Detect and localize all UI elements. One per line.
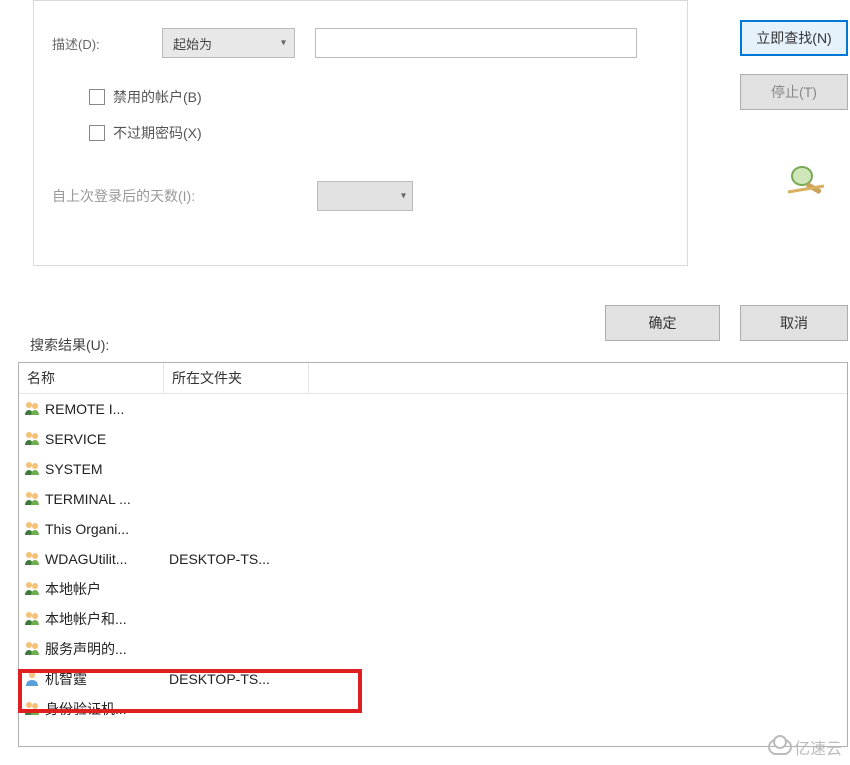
table-row[interactable]: 机智霆DESKTOP-TS... xyxy=(19,664,847,694)
table-row[interactable]: 本地帐户和... xyxy=(19,604,847,634)
search-results-label: 搜索结果(U): xyxy=(30,335,109,355)
stop-button[interactable]: 停止(T) xyxy=(740,74,848,110)
group-icon xyxy=(23,519,43,539)
row-name: 身份验证机... xyxy=(45,699,165,719)
table-row[interactable]: This Organi... xyxy=(19,514,847,544)
column-name-header[interactable]: 名称 xyxy=(19,363,164,393)
description-combo[interactable]: 起始为 ▾ xyxy=(162,28,295,58)
group-icon xyxy=(23,489,43,509)
results-list: 名称 所在文件夹 REMOTE I... SERVICE SYSTEM TERMINA… xyxy=(18,362,848,747)
cancel-button[interactable]: 取消 xyxy=(740,305,848,341)
description-row: 描述(D): 起始为 ▾ xyxy=(52,28,637,58)
disabled-accounts-checkbox-row[interactable]: 禁用的帐户(B) xyxy=(89,87,202,107)
disabled-accounts-label: 禁用的帐户(B) xyxy=(113,87,202,107)
find-now-button[interactable]: 立即查找(N) xyxy=(740,20,848,56)
row-name: 本地帐户 xyxy=(45,579,165,599)
group-icon xyxy=(23,549,43,569)
row-name: SYSTEM xyxy=(45,461,165,477)
column-folder-header[interactable]: 所在文件夹 xyxy=(164,363,309,393)
table-row[interactable]: SYSTEM xyxy=(19,454,847,484)
row-name: 机智霆 xyxy=(45,669,165,689)
nonexpiring-password-label: 不过期密码(X) xyxy=(113,123,202,143)
results-header: 名称 所在文件夹 xyxy=(19,363,847,394)
description-input[interactable] xyxy=(315,28,637,58)
table-row[interactable]: 本地帐户 xyxy=(19,574,847,604)
group-icon xyxy=(23,699,43,719)
group-icon xyxy=(23,609,43,629)
days-since-login-row: 自上次登录后的天数(I): ▾ xyxy=(52,181,413,211)
search-criteria-group: 描述(D): 起始为 ▾ 禁用的帐户(B) 不过期密码(X) 自上次登录后的天数… xyxy=(33,0,688,266)
group-icon xyxy=(23,639,43,659)
cancel-label: 取消 xyxy=(780,313,808,333)
table-row[interactable]: REMOTE I... xyxy=(19,394,847,424)
description-combo-value: 起始为 xyxy=(173,34,212,53)
group-icon xyxy=(23,579,43,599)
group-icon xyxy=(23,399,43,419)
table-row[interactable]: WDAGUtilit...DESKTOP-TS... xyxy=(19,544,847,574)
ok-button[interactable]: 确定 xyxy=(605,305,720,341)
chevron-down-icon: ▾ xyxy=(401,191,406,202)
row-name: 本地帐户和... xyxy=(45,609,165,629)
magnifier-icon xyxy=(782,162,828,198)
cloud-icon xyxy=(768,739,792,755)
table-row[interactable]: TERMINAL ... xyxy=(19,484,847,514)
row-name: WDAGUtilit... xyxy=(45,551,165,567)
days-since-login-combo[interactable]: ▾ xyxy=(317,181,413,211)
checkbox-icon xyxy=(89,89,105,105)
group-icon xyxy=(23,459,43,479)
chevron-down-icon: ▾ xyxy=(281,38,286,49)
group-icon xyxy=(23,429,43,449)
row-folder: DESKTOP-TS... xyxy=(165,551,310,567)
checkbox-icon xyxy=(89,125,105,141)
results-body: REMOTE I... SERVICE SYSTEM TERMINAL ... This… xyxy=(19,394,847,724)
table-row[interactable]: 服务声明的... xyxy=(19,634,847,664)
row-name: This Organi... xyxy=(45,521,165,537)
description-label: 描述(D): xyxy=(52,34,162,53)
nonexpiring-password-checkbox-row[interactable]: 不过期密码(X) xyxy=(89,123,202,143)
row-name: TERMINAL ... xyxy=(45,491,165,507)
row-name: REMOTE I... xyxy=(45,401,165,417)
row-folder: DESKTOP-TS... xyxy=(165,671,310,687)
watermark: 亿速云 xyxy=(768,735,842,759)
find-now-label: 立即查找(N) xyxy=(756,28,831,48)
row-name: 服务声明的... xyxy=(45,639,165,659)
days-since-login-label: 自上次登录后的天数(I): xyxy=(52,186,317,206)
user-icon xyxy=(23,669,43,689)
table-row[interactable]: 身份验证机... xyxy=(19,694,847,724)
row-name: SERVICE xyxy=(45,431,165,447)
stop-label: 停止(T) xyxy=(771,82,817,102)
ok-label: 确定 xyxy=(649,313,677,333)
watermark-text: 亿速云 xyxy=(794,735,842,759)
table-row[interactable]: SERVICE xyxy=(19,424,847,454)
